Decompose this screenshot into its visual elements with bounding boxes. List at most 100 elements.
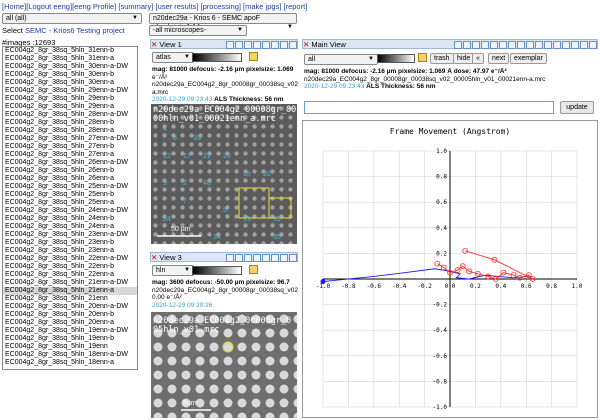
processing-link[interactable]: [processing] xyxy=(201,2,241,11)
list-item[interactable]: EC004g2_8gr_38sq_5hln_19enn-a-DW xyxy=(3,327,137,335)
link-icon[interactable] xyxy=(526,41,534,50)
grid-square-number[interactable]: 21 xyxy=(203,153,211,160)
adjust-icon[interactable] xyxy=(226,41,234,50)
export-icon[interactable] xyxy=(562,41,570,50)
filter-icon[interactable] xyxy=(253,41,261,50)
pin-icon[interactable] xyxy=(454,41,462,50)
fft-icon[interactable] xyxy=(262,254,270,263)
adjust-icon[interactable] xyxy=(463,41,471,50)
home-link[interactable]: [Home] xyxy=(2,2,26,11)
zoom-icon[interactable] xyxy=(535,41,543,50)
list-item[interactable]: EC004g2_8gr_38sq_5hln_28enn-a xyxy=(3,127,137,135)
list-item[interactable]: EC004g2_8gr_38sq_5hln_27enn-a-DW xyxy=(3,135,137,143)
crosshair-icon[interactable] xyxy=(481,41,489,50)
report-link[interactable]: [report] xyxy=(284,2,308,11)
crosshair-icon[interactable] xyxy=(244,41,252,50)
save-icon[interactable] xyxy=(235,41,243,50)
list-item[interactable]: EC004g2_8gr_38sq_5hln_28enn-a-DW xyxy=(3,111,137,119)
list-item[interactable]: EC004g2_8gr_38sq_5hln_23enn-b xyxy=(3,239,137,247)
view1-contrast-bar[interactable] xyxy=(192,53,242,62)
list-item[interactable]: EC004g2_8gr_38sq_5hln_18enn-a xyxy=(3,359,137,367)
profile-link[interactable]: [eeng Profile] xyxy=(72,2,116,11)
list-item[interactable]: EC004g2_8gr_38sq_5hln_22enn-b xyxy=(3,263,137,271)
list-item[interactable]: EC004g2_8gr_38sq_5hln_31enn-a xyxy=(3,55,137,63)
pointer-icon[interactable] xyxy=(517,41,525,50)
view3-preset-select[interactable]: hln ▼ xyxy=(152,265,194,276)
list-item[interactable]: EC004g2_8gr_38sq_5hln_25enn-a xyxy=(3,199,137,207)
help-icon[interactable] xyxy=(289,254,297,263)
comment-input[interactable] xyxy=(304,101,554,114)
update-button[interactable]: update xyxy=(560,101,594,114)
pointer-icon[interactable] xyxy=(280,41,288,50)
adjust-icon[interactable] xyxy=(226,254,234,263)
list-item[interactable]: EC004g2_8gr_38sq_5hln_26enn-a xyxy=(3,175,137,183)
grid-square-number[interactable]: 40 xyxy=(203,180,211,187)
session-select[interactable]: n20dec29a - Krios 6 - SEMC apoF checkout… xyxy=(149,13,297,31)
close-icon[interactable]: ✕ xyxy=(151,253,157,262)
grid-icon[interactable] xyxy=(580,41,588,50)
list-item[interactable]: EC004g2_8gr_38sq_5hln_21enn-a xyxy=(3,287,137,295)
filter-icon[interactable] xyxy=(253,254,261,263)
summary-link[interactable]: [summary] xyxy=(118,2,153,11)
list-item[interactable]: EC004g2_8gr_38sq_5hln_20enn-a-DW xyxy=(3,303,137,311)
main-folder-icon[interactable] xyxy=(418,53,427,62)
list-item[interactable]: EC004g2_8gr_38sq_5hln_22enn-a xyxy=(3,271,137,279)
next-button[interactable]: next xyxy=(488,53,510,64)
list-item[interactable]: EC004g2_8gr_38sq_5hln_29enn-a xyxy=(3,103,137,111)
grid-square-number[interactable]: 33 xyxy=(193,135,201,142)
trash-button[interactable]: trash xyxy=(430,53,454,64)
pointer-icon[interactable] xyxy=(280,254,288,263)
ace-icon[interactable] xyxy=(271,254,279,263)
logout-link[interactable]: [Logout eeng] xyxy=(26,2,72,11)
grid-square-number[interactable]: 7 xyxy=(183,198,187,205)
grid-square-number[interactable]: 19 xyxy=(243,216,251,223)
view3-image[interactable]: n20dec29a_EC004g2_00008gr_0 05hln_v01.mrc… xyxy=(151,312,297,418)
view3-folder-icon[interactable] xyxy=(249,265,258,274)
list-item[interactable]: EC004g2_8gr_38sq_5hln_25enn-b xyxy=(3,191,137,199)
help-icon[interactable] xyxy=(289,41,297,50)
view1-image[interactable]: n20dec29a_EC004g2_00008gr_00 00hln_v01_00… xyxy=(151,104,297,244)
grid-square-number[interactable]: 17 xyxy=(183,153,191,160)
grid-square-number[interactable]: 2 xyxy=(183,180,187,187)
list-item[interactable]: EC004g2_8gr_38sq_5hln_26enn-b xyxy=(3,167,137,175)
user-results-link[interactable]: [user results] xyxy=(155,2,198,11)
list-item[interactable]: EC004g2_8gr_38sq_5hln_23enn-a xyxy=(3,247,137,255)
list-item[interactable]: EC004g2_8gr_38sq_5hln_31enn-b xyxy=(3,47,137,55)
prev-button[interactable]: « xyxy=(472,53,484,64)
list-item[interactable]: EC004g2_8gr_38sq_5hln_19enn xyxy=(3,343,137,351)
fft-icon[interactable] xyxy=(499,41,507,50)
list-item[interactable]: EC004g2_8gr_38sq_5hln_24enn-a-DW xyxy=(3,207,137,215)
list-item[interactable]: EC004g2_8gr_38sq_5hln_30enn-b xyxy=(3,71,137,79)
info-icon[interactable] xyxy=(571,41,579,50)
crosshair-icon[interactable] xyxy=(244,254,252,263)
grid-square-number[interactable]: 9 xyxy=(163,180,167,187)
main-preset-select[interactable]: all ▼ xyxy=(304,54,378,65)
list-item[interactable]: EC004g2_8gr_38sq_5hln_20enn-a xyxy=(3,319,137,327)
filter-icon[interactable] xyxy=(490,41,498,50)
grid-square-number[interactable]: 5 xyxy=(223,207,227,214)
list-item[interactable]: EC004g2_8gr_38sq_5hln_20enn-b xyxy=(3,311,137,319)
view1-folder-icon[interactable] xyxy=(249,52,258,61)
list-item[interactable]: EC004g2_8gr_38sq_5hln_18enn-a-DW xyxy=(3,351,137,359)
grid-square-number[interactable]: 26 xyxy=(223,153,231,160)
list-item[interactable]: EC004g2_8gr_38sq_5hln_29enn-a-DW xyxy=(3,87,137,95)
settings-icon[interactable] xyxy=(553,41,561,50)
list-item[interactable]: EC004g2_8gr_38sq_5hln_23enn-a-DW xyxy=(3,231,137,239)
help-icon[interactable] xyxy=(544,41,552,50)
ace-icon[interactable] xyxy=(271,41,279,50)
close-icon[interactable]: ✕ xyxy=(151,40,157,49)
image-list[interactable]: EC004g2_8gr_38sq_5hln_31enn-b EC004g2_8gr… xyxy=(2,46,138,370)
ace-icon[interactable] xyxy=(508,41,516,50)
list-item[interactable]: EC004g2_8gr_38sq_5hln_25enn-a-DW xyxy=(3,183,137,191)
list-item[interactable]: EC004g2_8gr_38sq_5hln_27enn-a xyxy=(3,151,137,159)
grid-square-number[interactable]: 15 xyxy=(273,216,281,223)
microscope-select[interactable]: -all microscopes- ▼ xyxy=(149,25,247,36)
close-icon[interactable]: ✕ xyxy=(303,40,309,49)
grid-square-number[interactable]: 24 xyxy=(163,216,171,223)
project-link[interactable]: SEMC - Krios6 Testing project xyxy=(25,26,125,35)
star-icon[interactable] xyxy=(589,41,597,50)
list-item[interactable]: EC004g2_8gr_38sq_5hln_24enn-b xyxy=(3,215,137,223)
save-icon[interactable] xyxy=(235,254,243,263)
grid-square-number[interactable]: 12 xyxy=(163,153,171,160)
save-icon[interactable] xyxy=(472,41,480,50)
